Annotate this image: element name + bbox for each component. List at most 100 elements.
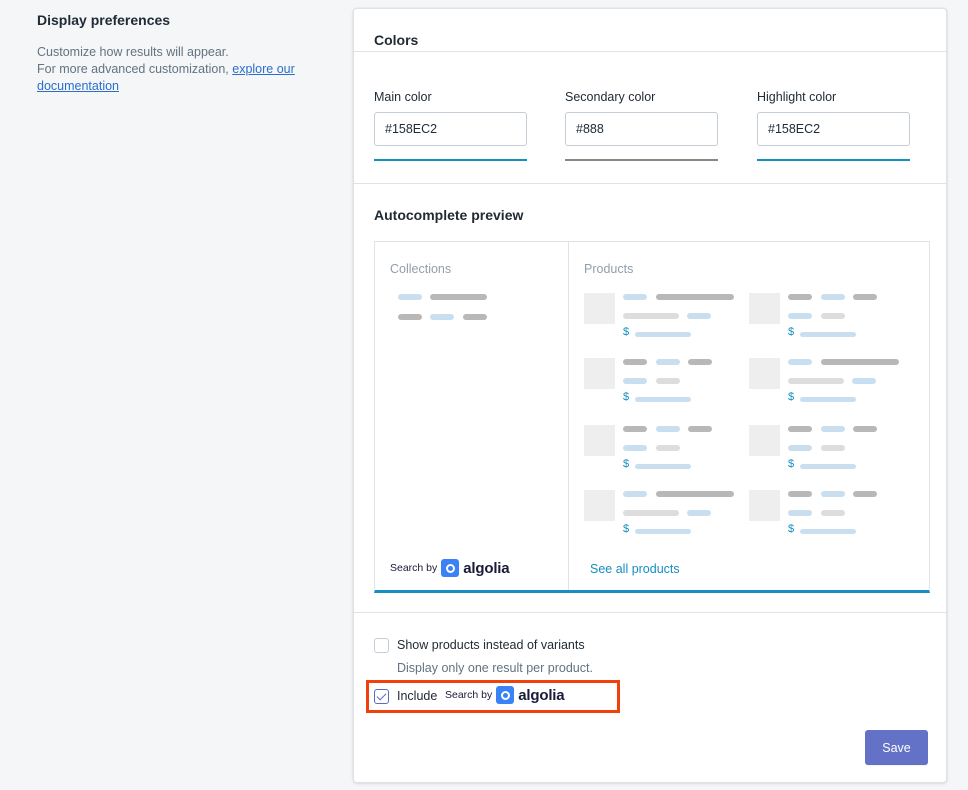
search-by-text: Search by [390, 562, 438, 574]
placeholder-bar [821, 426, 845, 432]
placeholder-bar [398, 294, 422, 300]
highlight-color-swatch-line [757, 159, 910, 161]
highlight-color-input[interactable] [757, 112, 910, 146]
main-color-swatch-line [374, 159, 527, 161]
placeholder-bar [623, 510, 679, 516]
algolia-logo-icon [441, 559, 460, 577]
price-bar [635, 464, 691, 469]
price-symbol: $ [623, 391, 630, 403]
price-symbol: $ [623, 523, 630, 535]
product-thumbnail [749, 425, 780, 456]
price-symbol: $ [788, 391, 795, 403]
placeholder-bar [788, 510, 812, 516]
placeholder-bar [688, 359, 712, 365]
placeholder-bar [821, 313, 845, 319]
placeholder-bar [788, 313, 812, 319]
collections-heading: Collections [390, 262, 452, 276]
algolia-wordmark: algolia [463, 559, 510, 577]
secondary-color-field: Secondary color [565, 90, 718, 161]
show-products-checkbox[interactable] [374, 638, 389, 653]
placeholder-bar [788, 426, 812, 432]
product-thumbnail [749, 293, 780, 324]
see-all-products-link[interactable]: See all products [590, 562, 680, 576]
colors-heading: Colors [374, 32, 419, 48]
placeholder-bar [853, 491, 877, 497]
placeholder-bar [623, 378, 647, 384]
placeholder-bar [623, 491, 647, 497]
main-color-label: Main color [374, 90, 432, 104]
highlight-annotation-frame [366, 680, 620, 713]
autocomplete-preview-heading: Autocomplete preview [374, 207, 524, 223]
help-line-1: Customize how results will appear. [37, 45, 229, 59]
autocomplete-preview: Collections Products $ $ $ $ $ $ $ $ Sea… [374, 241, 930, 593]
placeholder-bar [656, 359, 680, 365]
show-products-help: Display only one result per product. [397, 661, 593, 675]
secondary-color-swatch-line [565, 159, 718, 161]
placeholder-bar [788, 294, 812, 300]
placeholder-bar [656, 445, 680, 451]
placeholder-bar [821, 294, 845, 300]
price-symbol: $ [623, 458, 630, 470]
price-symbol: $ [788, 326, 795, 338]
save-button[interactable]: Save [865, 730, 928, 765]
placeholder-bar [430, 314, 454, 320]
product-thumbnail [584, 490, 615, 521]
placeholder-bar [430, 294, 487, 300]
price-bar [635, 529, 691, 534]
search-by-algolia-badge[interactable]: Search by algolia [390, 559, 510, 577]
price-symbol: $ [788, 458, 795, 470]
product-thumbnail [749, 490, 780, 521]
placeholder-bar [821, 491, 845, 497]
placeholder-bar [656, 294, 734, 300]
main-color-input[interactable] [374, 112, 527, 146]
placeholder-bar [656, 491, 734, 497]
help-line-2: For more advanced customization, [37, 62, 229, 76]
placeholder-bar [788, 445, 812, 451]
placeholder-bar [688, 426, 712, 432]
highlight-color-label: Highlight color [757, 90, 837, 104]
product-thumbnail [584, 293, 615, 324]
placeholder-bar [788, 491, 812, 497]
placeholder-bar [623, 426, 647, 432]
section-description: Display preferences Customize how result… [37, 12, 327, 95]
placeholder-bar [852, 378, 876, 384]
placeholder-bar [623, 294, 647, 300]
divider [354, 183, 946, 184]
preview-column-divider [568, 242, 569, 590]
price-symbol: $ [623, 326, 630, 338]
placeholder-bar [821, 510, 845, 516]
placeholder-bar [623, 445, 647, 451]
display-preferences-card: Colors Main color Secondary color Highli… [353, 8, 947, 783]
placeholder-bar [687, 510, 711, 516]
placeholder-bar [623, 359, 647, 365]
placeholder-bar [821, 359, 899, 365]
price-bar [800, 529, 856, 534]
placeholder-bar [463, 314, 487, 320]
placeholder-bar [788, 359, 812, 365]
price-bar [800, 397, 856, 402]
main-color-field: Main color [374, 90, 527, 161]
placeholder-bar [853, 294, 877, 300]
placeholder-bar [398, 314, 422, 320]
section-title: Display preferences [37, 12, 171, 28]
price-bar [635, 397, 691, 402]
placeholder-bar [687, 313, 711, 319]
show-products-label: Show products instead of variants [397, 638, 585, 652]
product-thumbnail [584, 358, 615, 389]
placeholder-bar [623, 313, 679, 319]
secondary-color-input[interactable] [565, 112, 718, 146]
placeholder-bar [656, 426, 680, 432]
price-symbol: $ [788, 523, 795, 535]
product-thumbnail [749, 358, 780, 389]
divider [354, 612, 946, 613]
product-thumbnail [584, 425, 615, 456]
placeholder-bar [788, 378, 844, 384]
products-heading: Products [584, 262, 634, 276]
price-bar [800, 464, 856, 469]
secondary-color-label: Secondary color [565, 90, 656, 104]
placeholder-bar [821, 445, 845, 451]
price-bar [635, 332, 691, 337]
placeholder-bar [853, 426, 877, 432]
divider [354, 51, 946, 52]
section-help-text: Customize how results will appear. For m… [37, 44, 327, 95]
